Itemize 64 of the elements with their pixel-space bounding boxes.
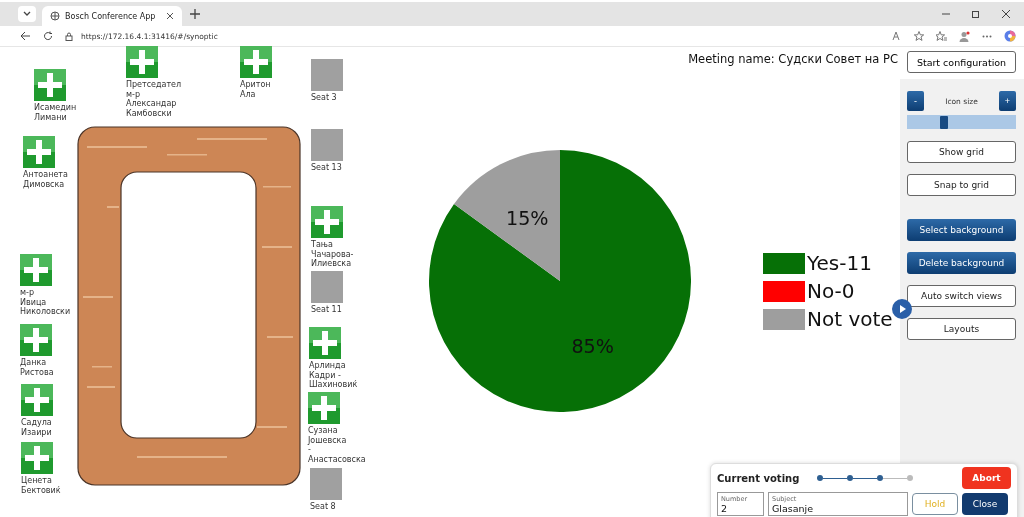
seat-plus-icon[interactable] <box>240 46 272 78</box>
voting-title: Current voting <box>717 472 801 484</box>
increase-button[interactable]: + <box>999 91 1016 111</box>
close-icon[interactable] <box>1002 10 1010 18</box>
lock-icon <box>65 31 73 41</box>
tab-menu-button[interactable] <box>18 6 36 22</box>
browser-tab[interactable]: Bosch Conference App <box>42 6 182 26</box>
slider-thumb[interactable] <box>940 116 949 129</box>
seat-plus-icon[interactable] <box>21 442 53 474</box>
slice-label: 85% <box>571 335 614 359</box>
close-button[interactable]: Close <box>962 493 1008 515</box>
seat-name: Аритон Ала <box>240 80 271 99</box>
seat-name: Исамедин Лимани <box>34 103 77 122</box>
seat-name: м-р Ивица Николовски <box>20 288 71 317</box>
seat-plus-icon[interactable] <box>23 136 55 168</box>
globe-icon <box>50 11 60 21</box>
seat-name: Садула Изаири <box>21 418 52 437</box>
sidebar-button[interactable]: Delete background <box>907 252 1016 274</box>
seat-plus-icon[interactable] <box>20 324 52 356</box>
read-aloud-icon[interactable] <box>892 31 902 41</box>
legend-label: Not vote <box>807 308 893 330</box>
seat-plus-icon[interactable] <box>126 46 158 78</box>
meeting-name: Meeting name: Судски Совет на РС <box>688 52 898 66</box>
sidebar-button[interactable]: Select background <box>907 219 1016 241</box>
seat-name: Ценета Бектовиќ <box>21 476 61 495</box>
play-icon[interactable] <box>892 299 912 319</box>
start-configuration-button[interactable]: Start configuration <box>907 51 1016 73</box>
seat-name: Seat 3 <box>311 93 337 103</box>
star-icon[interactable] <box>914 31 924 41</box>
seat-plus-icon[interactable] <box>34 69 66 101</box>
slice-label: 15% <box>506 206 549 230</box>
seat-plus-icon[interactable] <box>311 206 343 238</box>
seat-name: Seat 11 <box>311 305 342 315</box>
seat-name: Данка Ристова <box>20 358 54 377</box>
sidebar-button[interactable]: Show grid <box>907 141 1016 163</box>
favorites-icon[interactable] <box>936 31 947 41</box>
profile-icon[interactable] <box>959 30 970 42</box>
seat-plus-icon[interactable] <box>308 392 340 424</box>
more-icon[interactable] <box>982 34 992 38</box>
copilot-icon[interactable] <box>1004 30 1016 42</box>
back-icon[interactable] <box>20 31 31 41</box>
seat-name: Seat 13 <box>311 163 342 173</box>
new-tab-icon[interactable] <box>190 9 200 19</box>
abort-button[interactable]: Abort <box>962 467 1011 489</box>
seat-name: Арлинда Кадри - Шахиновиќ <box>309 361 358 390</box>
sidebar-button[interactable]: Snap to grid <box>907 174 1016 196</box>
seat-name: Тања Чачарова- Илиевска <box>311 240 354 269</box>
sidebar-button[interactable]: Auto switch views <box>907 285 1016 307</box>
sidebar-button[interactable]: Layouts <box>907 318 1016 340</box>
restore-icon[interactable] <box>972 10 980 18</box>
legend-label: Yes-11 <box>807 252 872 274</box>
seat-plus-icon[interactable] <box>20 254 52 286</box>
icon-size-slider[interactable] <box>907 115 1016 129</box>
minimize-icon[interactable] <box>942 10 950 18</box>
decrease-button[interactable]: - <box>907 91 924 111</box>
reload-icon[interactable] <box>43 31 53 41</box>
seat-name: Seat 8 <box>310 502 336 512</box>
seat-name: Сузана Јошевска - Анастасовска <box>308 426 366 464</box>
seat-plus-icon[interactable] <box>21 384 53 416</box>
legend-label: No-0 <box>807 280 855 302</box>
seat-name: Претседател м-р Александар Камбовски <box>126 80 182 118</box>
seat-name: Антоанета Димовска <box>23 170 68 189</box>
close-icon[interactable] <box>166 12 174 20</box>
seat-plus-icon[interactable] <box>309 327 341 359</box>
